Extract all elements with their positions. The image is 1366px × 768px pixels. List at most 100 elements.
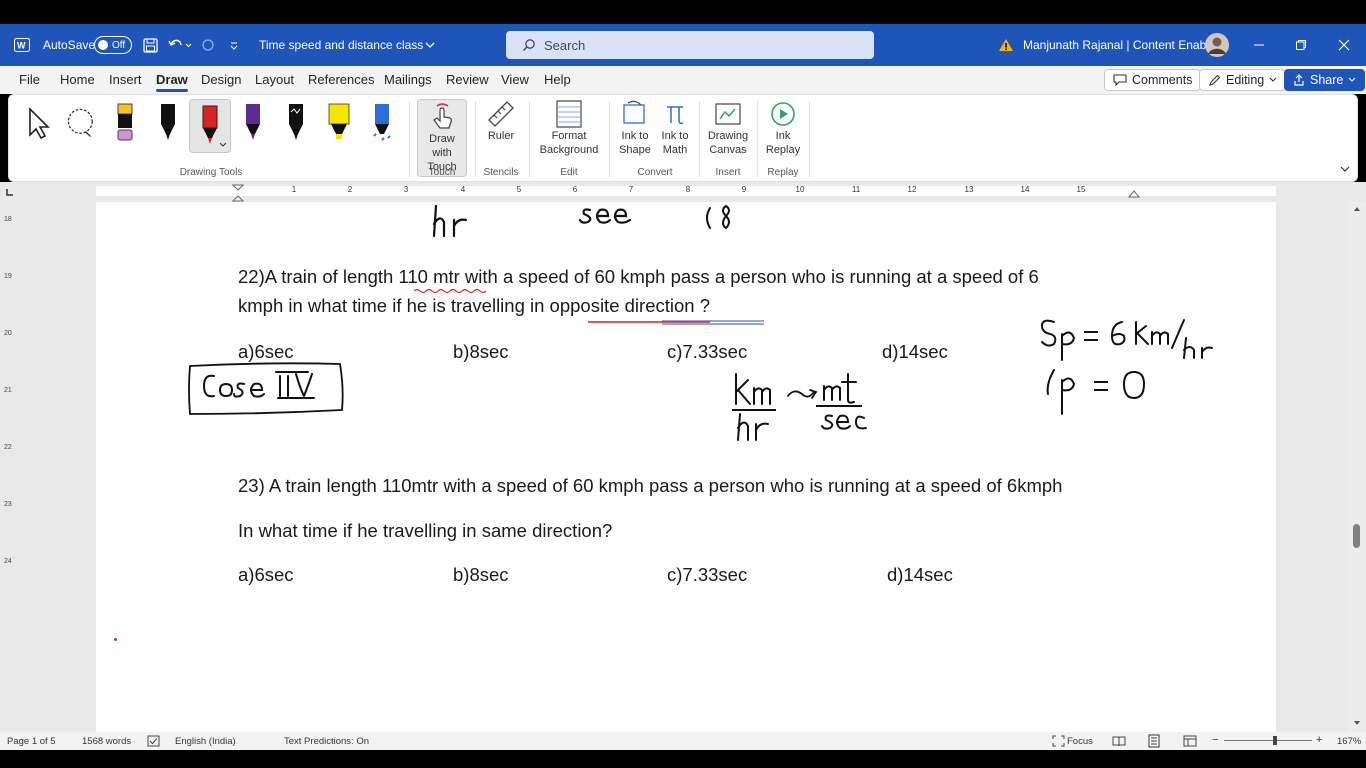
question-23-line-2: In what time if he travelling in same di… [238,520,613,541]
indent-marker-icon[interactable] [232,184,244,202]
ribbon-separator [529,101,530,177]
scroll-up-arrow-icon[interactable] [1353,206,1361,212]
pen-icon [373,104,391,141]
red-pen-tool[interactable] [189,99,231,153]
vertical-scrollbar[interactable] [1348,202,1366,732]
cursor-arrow-icon [29,107,50,140]
ink-to-math-button[interactable]: Ink to Math [657,99,693,157]
vertical-ruler[interactable]: 18 19 20 21 22 23 24 [0,202,20,732]
focus-mode-button[interactable]: Focus [1067,736,1093,747]
ink-replay-button[interactable]: Ink Replay [763,99,803,157]
q22-option-d: d)14sec [882,341,948,362]
galaxy-pen-tool[interactable] [279,101,313,145]
group-label-replay: Replay [767,167,799,178]
status-bar: Page 1 of 5 1568 words English (India) T… [0,732,1366,750]
draw-with-touch-button[interactable]: Draw with Touch [417,99,467,177]
customize-qat-icon[interactable] [229,24,239,66]
ruler-tick-label: 2 [347,185,353,194]
word-app-icon[interactable]: W [14,24,30,66]
pencil-tool-icon [117,103,133,141]
warning-icon[interactable] [998,24,1014,66]
collapse-ribbon-chevron-icon[interactable] [1339,165,1351,173]
tab-draw[interactable]: Draw [156,72,188,92]
chevron-down-icon [425,42,435,48]
tab-help[interactable]: Help [544,72,571,87]
document-page[interactable]: 22)A train of length 110 mtr with a spee… [96,202,1276,732]
ruler-tick-label: 14 [1020,185,1030,194]
ruler-tick-label: 6 [572,185,578,194]
black-pen-tool[interactable] [151,101,185,145]
format-background-button[interactable]: Format Background [537,99,601,157]
editing-mode-button[interactable]: Editing [1199,69,1287,91]
chevron-down-icon [1349,77,1356,82]
redo-icon[interactable] [200,24,216,66]
ruler-tick-label: 4 [460,185,466,194]
user-name[interactable]: Manjunath Rajanal | Content Enablers [1023,24,1226,66]
group-label-edit: Edit [560,167,578,178]
comments-button[interactable]: Comments [1104,69,1202,91]
focus-icon [1052,735,1065,747]
search-box[interactable]: Search [506,31,874,59]
ruler-button[interactable]: Ruler [481,99,521,143]
blue-galaxy-pen-tool[interactable] [365,101,399,145]
right-indent-marker-icon[interactable] [1128,188,1140,198]
scroll-down-arrow-icon[interactable] [1353,720,1361,726]
ink-to-shape-button[interactable]: Ink to Shape [617,99,653,157]
ruler-tick-label: 9 [741,185,747,194]
text-predictions-status[interactable]: Text Predictions: On [284,736,369,747]
save-icon[interactable] [143,24,158,66]
zoom-in-button[interactable]: + [1316,734,1322,746]
q22-option-c: c)7.33sec [667,341,748,362]
yellow-highlighter-tool[interactable] [322,101,356,145]
tab-home[interactable]: Home [60,72,95,87]
close-icon[interactable] [1323,24,1365,66]
tab-file[interactable]: File [19,72,40,87]
purple-pen-tool[interactable] [236,101,270,145]
question-22-line-2: kmph in what time if he is travelling in… [238,295,710,316]
zoom-level[interactable]: 167% [1337,736,1361,747]
document-title[interactable]: Time speed and distance class [259,24,437,66]
zoom-slider-thumb[interactable] [1273,736,1277,745]
zoom-out-button[interactable]: − [1212,734,1218,746]
autosave-toggle[interactable]: Off [94,24,132,66]
share-button[interactable]: Share [1284,69,1366,91]
tab-layout[interactable]: Layout [255,72,294,87]
tab-review[interactable]: Review [446,72,489,87]
scroll-thumb[interactable] [1353,524,1360,548]
grammar-underline [588,320,764,325]
proofing-icon[interactable] [147,735,160,747]
pen-icon [246,104,260,140]
ribbon-separator [699,101,700,177]
editing-label: Editing [1226,73,1265,87]
web-layout-icon[interactable] [1183,735,1197,747]
tab-selector-icon[interactable] [6,188,14,196]
tab-view[interactable]: View [501,72,529,87]
print-layout-icon[interactable] [1147,734,1161,748]
page-count[interactable]: Page 1 of 5 [7,736,56,747]
select-arrow-tool[interactable] [21,101,55,145]
group-label-stencils: Stencils [483,167,519,178]
tab-mailings[interactable]: Mailings [384,72,432,87]
vruler-tick-label: 23 [4,501,12,508]
word-count[interactable]: 1568 words [82,736,131,747]
zoom-slider[interactable] [1224,740,1312,741]
avatar[interactable] [1205,24,1229,66]
read-mode-icon[interactable] [1112,735,1126,747]
tab-design[interactable]: Design [201,72,241,87]
language-indicator[interactable]: English (India) [175,736,236,747]
drawing-canvas-label: Drawing Canvas [707,130,749,156]
lasso-select-tool[interactable] [65,101,99,145]
restore-icon[interactable] [1280,24,1322,66]
svg-text:W: W [17,41,26,51]
vruler-tick-label: 19 [4,273,12,280]
drawing-canvas-button[interactable]: Drawing Canvas [705,99,751,157]
tab-insert[interactable]: Insert [109,72,142,87]
ruler-tick-label: 12 [907,185,917,194]
pencil-tool[interactable] [108,101,142,145]
handwriting-hr-top [432,204,468,238]
tab-references[interactable]: References [308,72,374,87]
minimize-icon[interactable] [1238,24,1280,66]
ribbon-separator [809,101,810,177]
undo-icon[interactable] [168,24,192,66]
screen-top-border [0,0,1366,24]
